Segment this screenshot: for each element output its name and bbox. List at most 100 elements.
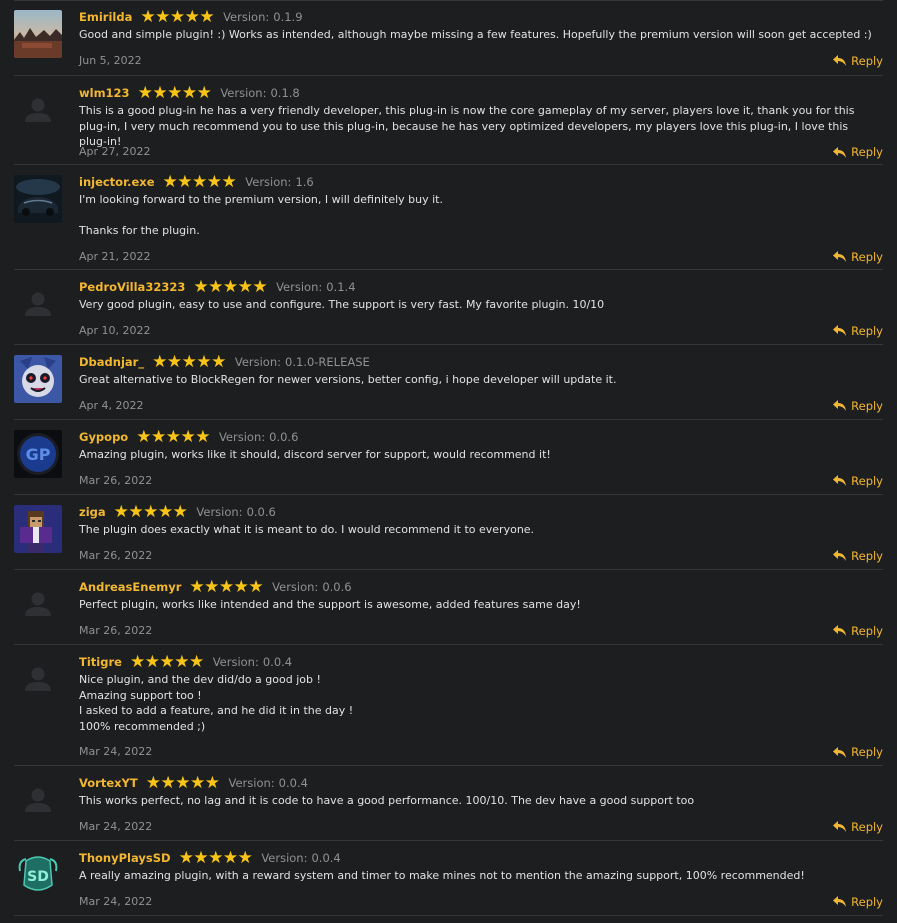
author-link[interactable]: ThonyPlaysSD bbox=[79, 851, 171, 865]
author-link[interactable]: PedroVilla32323 bbox=[79, 280, 185, 294]
rating-stars: ★ ★ ★ ★ ★ bbox=[179, 849, 253, 867]
version-number: 0.1.8 bbox=[270, 86, 300, 100]
version-number: 0.0.6 bbox=[246, 505, 276, 519]
version-number: 0.0.6 bbox=[269, 430, 299, 444]
avatar[interactable] bbox=[14, 355, 62, 403]
star-icon: ★ bbox=[137, 82, 153, 103]
reply-button[interactable]: Reply bbox=[833, 324, 883, 338]
avatar[interactable] bbox=[14, 580, 62, 628]
version-number: 0.0.4 bbox=[262, 655, 293, 669]
review-item: ziga ★ ★ ★ ★ ★ Version: 0.0.6 The plugin does ex… bbox=[14, 495, 883, 570]
review-header: Titigre ★ ★ ★ ★ ★ Version: 0.0.4 bbox=[79, 652, 883, 672]
review-item: SD ThonyPlaysSD ★ ★ ★ ★ ★ Version: 0.0.4 A really… bbox=[14, 841, 883, 916]
reply-button[interactable]: Reply bbox=[833, 145, 883, 159]
star-icon: ★ bbox=[166, 351, 183, 372]
avatar[interactable] bbox=[14, 655, 62, 703]
avatar[interactable] bbox=[14, 10, 62, 58]
reply-button[interactable]: Reply bbox=[833, 474, 883, 488]
review-body: Titigre ★ ★ ★ ★ ★ Version: 0.0.4 Nice plugin, an… bbox=[79, 652, 883, 759]
reply-button[interactable]: Reply bbox=[833, 54, 883, 68]
version-label: Version: bbox=[272, 580, 319, 594]
author-link[interactable]: injector.exe bbox=[79, 175, 155, 189]
reply-button[interactable]: Reply bbox=[833, 549, 883, 563]
review-body: Gypopo ★ ★ ★ ★ ★ Version: 0.0.6 Amazing plugin, … bbox=[79, 426, 883, 488]
avatar[interactable]: SD bbox=[14, 851, 62, 899]
review-text: This works perfect, no lag and it is cod… bbox=[79, 794, 695, 807]
avatar[interactable] bbox=[14, 280, 62, 328]
star-icon: ★ bbox=[211, 351, 227, 372]
star-icon: ★ bbox=[181, 82, 198, 103]
avatar[interactable] bbox=[14, 776, 62, 824]
star-icon: ★ bbox=[221, 171, 237, 192]
review-item: Emirilda ★ ★ ★ ★ ★ Version: 0.1.9 Good and simpl… bbox=[14, 0, 883, 76]
reply-arrow-icon bbox=[833, 475, 847, 487]
star-icon: ★ bbox=[248, 576, 264, 597]
star-icon: ★ bbox=[159, 651, 175, 672]
author-link[interactable]: Dbadnjar_ bbox=[79, 355, 144, 369]
review-date: Mar 24, 2022 bbox=[79, 745, 153, 759]
svg-text:GP: GP bbox=[26, 445, 51, 464]
star-icon: ★ bbox=[181, 351, 197, 372]
review-body: ThonyPlaysSD ★ ★ ★ ★ ★ Version: 0.0.4 A really a… bbox=[79, 848, 883, 909]
version-label: Version: bbox=[261, 851, 308, 865]
star-icon: ★ bbox=[175, 772, 191, 793]
review-date: Mar 24, 2022 bbox=[79, 894, 153, 908]
star-icon: ★ bbox=[113, 501, 129, 522]
avatar[interactable] bbox=[14, 86, 62, 134]
reply-label: Reply bbox=[851, 249, 883, 264]
author-link[interactable]: ziga bbox=[79, 505, 106, 519]
rating-stars: ★ ★ ★ ★ ★ bbox=[137, 82, 212, 103]
author-link[interactable]: VortexYT bbox=[79, 776, 138, 790]
author-link[interactable]: Titigre bbox=[79, 655, 122, 669]
reply-button[interactable]: Reply bbox=[833, 250, 883, 264]
star-icon: ★ bbox=[208, 276, 224, 297]
author-link[interactable]: wlm123 bbox=[79, 86, 130, 100]
review-date: Apr 10, 2022 bbox=[79, 323, 151, 337]
star-icon: ★ bbox=[193, 276, 209, 297]
star-icon: ★ bbox=[252, 276, 268, 297]
rating-stars: ★ ★ ★ ★ ★ bbox=[136, 426, 210, 447]
reply-button[interactable]: Reply bbox=[833, 745, 883, 759]
reply-arrow-icon bbox=[833, 400, 847, 412]
review-date: Mar 26, 2022 bbox=[79, 548, 153, 562]
author-link[interactable]: Gypopo bbox=[79, 430, 128, 444]
review-item: GP Gypopo ★ ★ ★ ★ ★ Version: 0.0.6 Amazing plugin… bbox=[14, 420, 883, 495]
star-icon: ★ bbox=[165, 426, 181, 447]
review-text: The plugin does exactly what it is meant… bbox=[79, 523, 535, 536]
review-text: I'm looking forward to the premium versi… bbox=[79, 193, 443, 238]
version-number: 1.6 bbox=[295, 175, 314, 189]
avatar[interactable] bbox=[14, 175, 62, 223]
reply-arrow-icon bbox=[833, 821, 847, 833]
star-icon: ★ bbox=[174, 651, 190, 672]
reply-button[interactable]: Reply bbox=[833, 624, 883, 638]
star-icon: ★ bbox=[237, 276, 253, 297]
version-label: Version: bbox=[223, 10, 270, 24]
review-header: ziga ★ ★ ★ ★ ★ Version: 0.0.6 bbox=[79, 502, 883, 522]
reply-button[interactable]: Reply bbox=[833, 895, 883, 909]
version-label: Version: bbox=[276, 280, 323, 294]
author-link[interactable]: AndreasEnemyr bbox=[79, 580, 181, 594]
reply-arrow-icon bbox=[833, 550, 847, 562]
author-link[interactable]: Emirilda bbox=[79, 10, 132, 24]
reply-button[interactable]: Reply bbox=[833, 399, 883, 413]
star-icon: ★ bbox=[128, 501, 144, 522]
rating-stars: ★ ★ ★ ★ ★ bbox=[140, 6, 214, 27]
reply-arrow-icon bbox=[833, 746, 847, 758]
star-icon: ★ bbox=[143, 501, 159, 522]
review-date: Apr 21, 2022 bbox=[79, 249, 151, 263]
review-text: A really amazing plugin, with a reward s… bbox=[79, 869, 805, 882]
version-label: Version: bbox=[220, 86, 267, 100]
review-item: wlm123 ★ ★ ★ ★ ★ Version: 0.1.8 This is a good p… bbox=[14, 76, 883, 165]
reply-label: Reply bbox=[851, 323, 883, 338]
review-header: AndreasEnemyr ★ ★ ★ ★ ★ Version: 0.0.6 bbox=[79, 577, 883, 597]
avatar[interactable] bbox=[14, 505, 62, 553]
avatar[interactable]: GP bbox=[14, 430, 62, 478]
star-icon: ★ bbox=[140, 6, 156, 27]
star-icon: ★ bbox=[145, 772, 161, 793]
reply-button[interactable]: Reply bbox=[833, 820, 883, 834]
version-number: 0.1.0-RELEASE bbox=[285, 355, 370, 369]
review-item: Titigre ★ ★ ★ ★ ★ Version: 0.0.4 Nice plugin, an… bbox=[14, 645, 883, 766]
version-number: 0.0.4 bbox=[278, 776, 308, 790]
reply-label: Reply bbox=[851, 745, 883, 760]
star-icon: ★ bbox=[189, 576, 205, 597]
